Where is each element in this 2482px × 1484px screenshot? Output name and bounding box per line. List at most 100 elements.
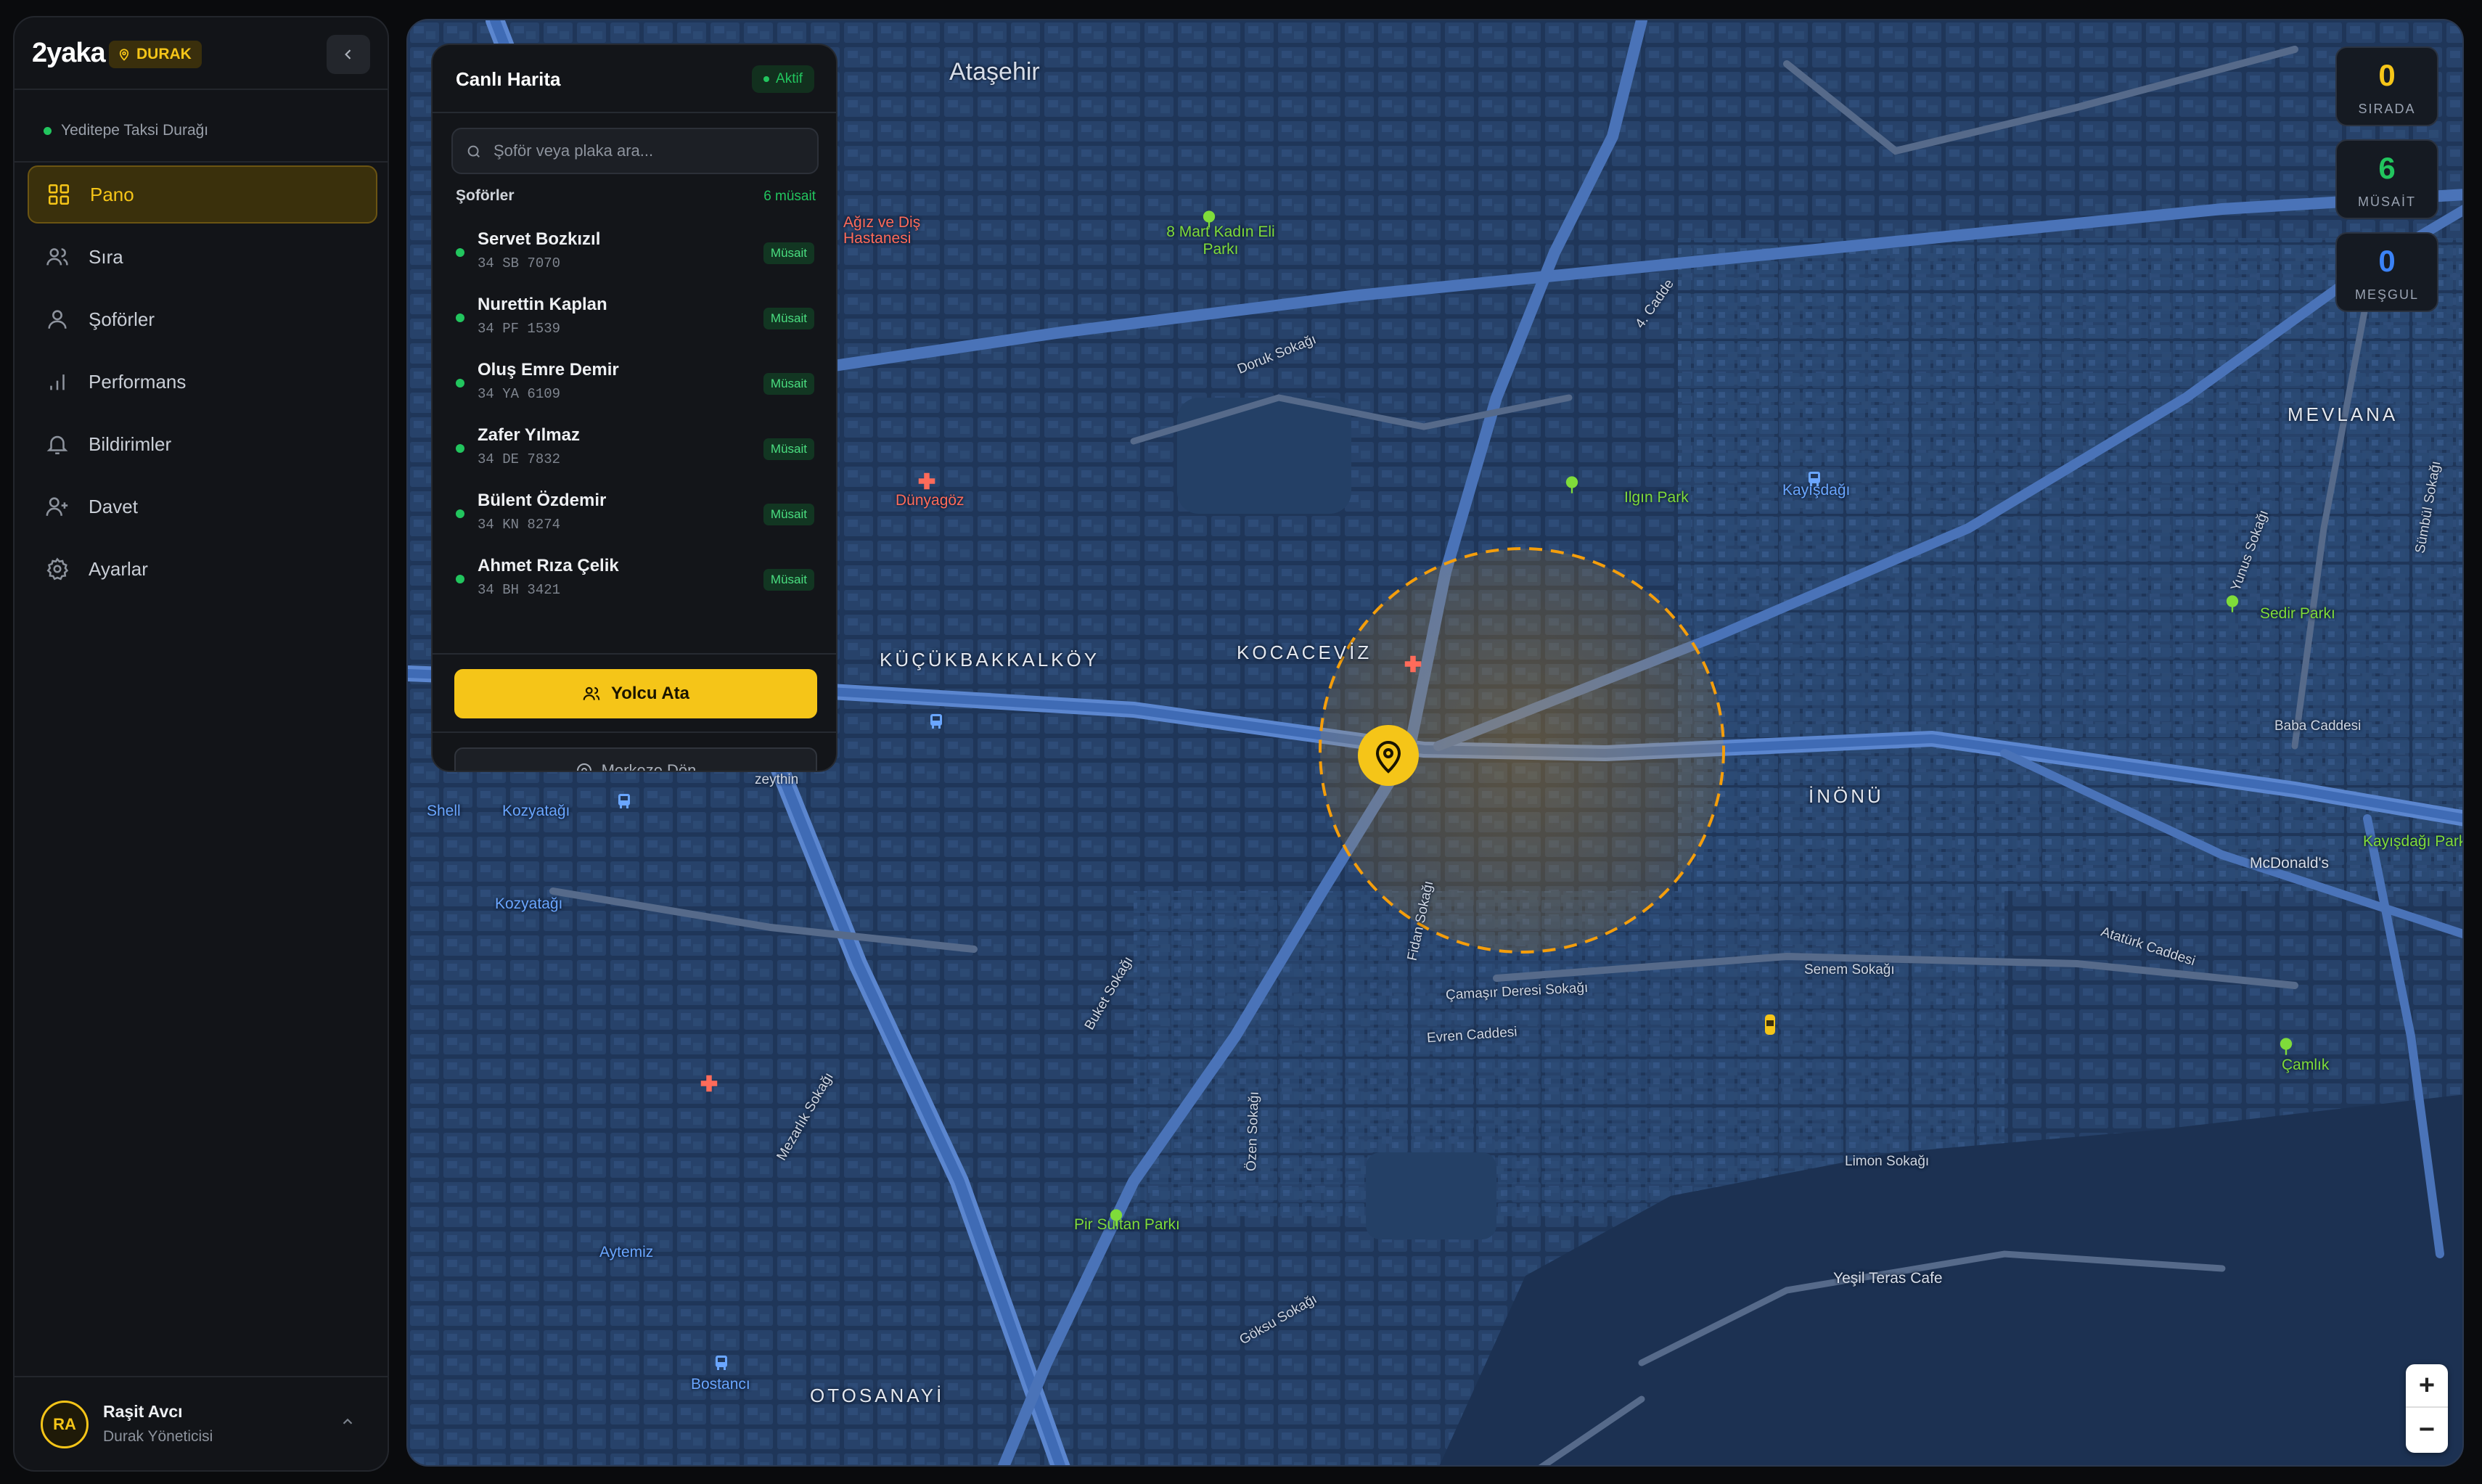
driver-plate: 34 KN 8274	[478, 517, 561, 533]
driver-status-badge: Müsait	[763, 308, 814, 329]
map-label-aytemiz: Aytemiz	[599, 1244, 654, 1260]
bell-icon	[46, 435, 68, 455]
driver-row[interactable]: Zafer Yılmaz 34 DE 7832 Müsait	[433, 415, 836, 480]
driver-name: Zafer Yılmaz	[478, 425, 580, 445]
search-input[interactable]	[493, 129, 806, 173]
map-label-otosanayi: OTOSANAYİ	[810, 1385, 945, 1406]
driver-row[interactable]: Servet Bozkızıl 34 SB 7070 Müsait	[433, 219, 836, 284]
sidebar-item-label: Sıra	[89, 245, 123, 268]
chevron-up-icon	[343, 1418, 353, 1424]
map-label-atasehir: Ataşehir	[949, 58, 1040, 86]
bus-stop-icon	[716, 1356, 727, 1370]
driver-name: Oluş Emre Demir	[478, 360, 619, 380]
map-label-ozen-sokagi: Özen Sokağı	[1244, 1091, 1262, 1172]
user-icon	[48, 310, 67, 329]
zoom-out-button[interactable]: −	[2406, 1408, 2448, 1451]
sidebar-item-ayarlar[interactable]: Ayarlar	[28, 540, 377, 598]
sidebar-item-pano[interactable]: Pano	[28, 165, 377, 224]
tree-icon	[2226, 595, 2239, 612]
collapse-sidebar-button[interactable]	[327, 35, 370, 74]
driver-status-dot	[456, 248, 464, 257]
driver-plate: 34 DE 7832	[478, 451, 561, 467]
stat-busy: 0 MEŞGUL	[2335, 232, 2438, 312]
driver-status-badge: Müsait	[763, 504, 814, 525]
sidebar-item-label: Bildirimler	[89, 433, 172, 455]
available-count: 6 müsait	[763, 189, 816, 204]
hospital-icon	[700, 1075, 718, 1092]
driver-status-dot	[456, 575, 464, 583]
zoom-in-button[interactable]: +	[2406, 1364, 2448, 1408]
sidebar-item-label: Ayarlar	[89, 557, 148, 580]
assign-passenger-button[interactable]: Yolcu Ata	[454, 669, 817, 718]
driver-row[interactable]: Bülent Özdemir 34 KN 8274 Müsait	[433, 480, 836, 546]
driver-list: Servet Bozkızıl 34 SB 7070 Müsait Nurett…	[433, 219, 836, 611]
map-label-kocaceviz: KOCACEVİZ	[1237, 641, 1372, 663]
tree-icon	[1565, 476, 1578, 493]
sidebar-item-soforler[interactable]: Şoförler	[28, 290, 377, 348]
map-label-bostanci: Bostancı	[691, 1376, 750, 1393]
status-badge-label: Aktif	[776, 71, 803, 86]
stand-name: Yeditepe Taksi Durağı	[61, 122, 209, 139]
driver-search[interactable]	[451, 128, 819, 174]
map-label-8-mart-parki: 8 Mart Kadın Eli Parkı	[1166, 224, 1275, 258]
sidebar-item-label: Performans	[89, 370, 187, 393]
driver-plate: 34 BH 3421	[478, 582, 561, 598]
stat-available-value: 6	[2378, 151, 2396, 185]
driver-row[interactable]: Oluş Emre Demir 34 YA 6109 Müsait	[433, 350, 836, 415]
target-icon	[576, 763, 591, 771]
driver-plate: 34 YA 6109	[478, 386, 561, 402]
recenter-button[interactable]: Merkeze Dön	[454, 747, 817, 772]
station-pin-icon[interactable]	[1356, 723, 1421, 788]
driver-status-dot	[456, 379, 464, 388]
user-profile[interactable]: RA Raşit Avcı Durak Yöneticisi	[15, 1376, 388, 1470]
map-label-baba-caddesi: Baba Caddesi	[2274, 718, 2362, 734]
driver-status-dot	[456, 509, 464, 518]
sidebar-item-performans[interactable]: Performans	[28, 353, 377, 411]
sidebar-item-davet[interactable]: Davet	[28, 477, 377, 536]
panel-title: Canlı Harita	[456, 68, 561, 90]
user-name: Raşit Avcı	[103, 1402, 183, 1421]
map-label-kayisdagi-park: Kayışdağı Park	[2363, 833, 2464, 850]
map-label-dunyagoz: Dünyagöz	[896, 492, 964, 509]
map-label-senem-sokagi: Senem Sokağı	[1804, 962, 1895, 977]
bar-chart-icon	[50, 374, 65, 390]
map-label-kozyatagi-1: Kozyatağı	[502, 803, 570, 819]
pin-icon	[119, 49, 129, 61]
user-role: Durak Yöneticisi	[103, 1428, 213, 1445]
status-dot	[763, 76, 770, 82]
sidebar-item-bildirimler[interactable]: Bildirimler	[28, 415, 377, 473]
stat-available-label: MÜSAİT	[2357, 194, 2416, 209]
stat-available: 6 MÜSAİT	[2335, 139, 2438, 219]
stat-queue-value: 0	[2378, 58, 2396, 92]
tree-icon	[1110, 1209, 1123, 1226]
online-indicator	[44, 127, 52, 135]
role-badge-label: DURAK	[136, 46, 192, 62]
zoom-controls: + −	[2406, 1364, 2448, 1453]
driver-name: Nurettin Kaplan	[478, 295, 607, 314]
stat-busy-label: MEŞGUL	[2354, 287, 2420, 302]
driver-name: Bülent Özdemir	[478, 491, 607, 510]
map-label-ilgin-park: Ilgın Park	[1624, 489, 1689, 506]
driver-row[interactable]: Nurettin Kaplan 34 PF 1539 Müsait	[433, 284, 836, 350]
user-plus-icon	[46, 497, 68, 516]
map-label-zeythin: zeythin	[755, 772, 799, 787]
driver-name: Ahmet Rıza Çelik	[478, 556, 619, 575]
driver-row[interactable]: Ahmet Rıza Çelik 34 BH 3421 Müsait	[433, 546, 836, 611]
assign-passenger-label: Yolcu Ata	[610, 684, 689, 703]
sidebar: 2yaka DURAK Yeditepe Taksi Durağı Pano S…	[13, 16, 389, 1472]
map-label-sedir-parki: Sedir Parkı	[2260, 605, 2335, 622]
driver-name: Servet Bozkızıl	[478, 229, 601, 249]
recenter-label: Merkeze Dön	[601, 761, 697, 772]
users-icon	[46, 248, 68, 266]
sidebar-item-label: Pano	[90, 183, 134, 205]
sidebar-item-label: Şoförler	[89, 308, 155, 330]
bus-stop-icon	[1809, 472, 1820, 486]
stat-queue-label: SIRADA	[2358, 102, 2416, 116]
stand-row: Yeditepe Taksi Durağı	[15, 90, 388, 163]
app-logo: 2yaka	[32, 38, 106, 68]
role-badge: DURAK	[109, 41, 202, 68]
gear-icon	[46, 557, 69, 581]
sidebar-item-sira[interactable]: Sıra	[28, 228, 377, 286]
driver-status-badge: Müsait	[763, 242, 814, 264]
driver-plate: 34 SB 7070	[478, 255, 561, 271]
